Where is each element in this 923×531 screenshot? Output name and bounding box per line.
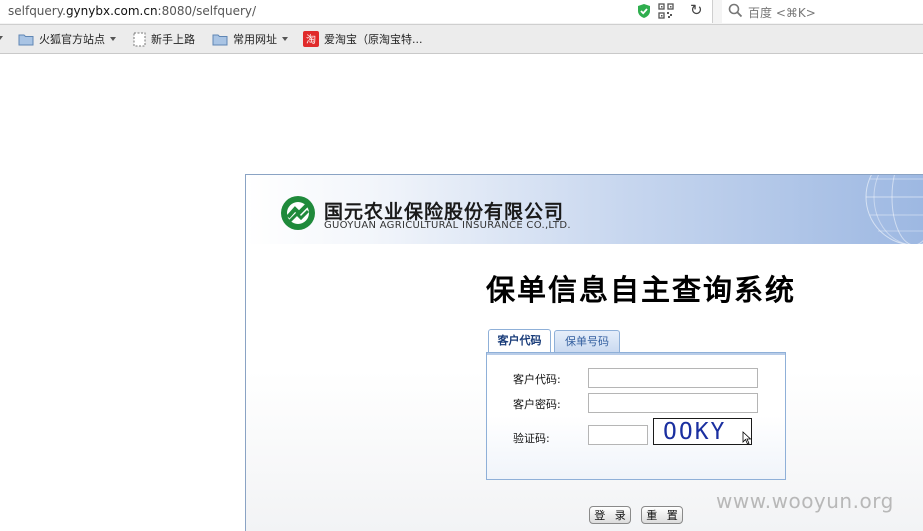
search-placeholder: 百度 <⌘K> <box>748 6 816 20</box>
reload-icon[interactable]: ↻ <box>690 2 706 18</box>
folder-icon <box>212 34 228 45</box>
address-text[interactable]: selfquery.gynybx.com.cn:8080/selfquery/ <box>8 4 256 18</box>
captcha-text: OOKY <box>663 419 727 445</box>
browser-toolbar: selfquery.gynybx.com.cn:8080/selfquery/ … <box>0 0 923 25</box>
bookmark-aitaobao[interactable]: 淘 爱淘宝（原淘宝特... <box>303 31 423 47</box>
bookmark-common-sites[interactable]: 常用网址 <box>212 31 288 47</box>
qr-code-icon[interactable] <box>658 3 674 19</box>
shield-icon[interactable] <box>636 3 652 19</box>
captcha-label: 验证码: <box>513 432 550 445</box>
svg-text:淘: 淘 <box>306 33 316 46</box>
company-banner: 国元农业保险股份有限公司 GUOYUAN AGRICULTURAL INSURA… <box>246 175 923 244</box>
cursor-icon <box>742 431 751 444</box>
page-icon <box>133 32 146 46</box>
chevron-down-icon <box>110 37 116 41</box>
search-icon <box>728 3 743 18</box>
bookmark-getting-started[interactable]: 新手上路 <box>133 31 195 47</box>
tab-customer-code[interactable]: 客户代码 <box>488 329 551 353</box>
bookmark-firefox-sites[interactable]: 火狐官方站点 <box>18 31 116 47</box>
overflow-arrow-icon[interactable] <box>0 36 3 40</box>
customer-password-label: 客户密码: <box>513 398 561 411</box>
watermark: www.wooyun.org <box>716 489 894 513</box>
bookmarks-toolbar: 火狐官方站点 新手上路 常用网址 淘 爱淘宝（原淘宝特... <box>0 25 923 54</box>
taobao-icon: 淘 <box>303 31 319 47</box>
customer-code-label: 客户代码: <box>513 373 561 386</box>
tab-policy-number[interactable]: 保单号码 <box>554 330 620 353</box>
reset-button[interactable]: 重 置 <box>641 506 683 524</box>
login-form: 客户代码: 客户密码: 验证码: OOKY <box>486 352 786 480</box>
customer-password-input[interactable] <box>588 393 758 413</box>
folder-icon <box>18 34 34 45</box>
customer-code-input[interactable] <box>588 368 758 388</box>
captcha-image[interactable]: OOKY <box>653 418 752 445</box>
address-bar[interactable]: selfquery.gynybx.com.cn:8080/selfquery/ … <box>0 0 713 23</box>
login-button[interactable]: 登 录 <box>589 506 631 524</box>
globe-graphic <box>865 175 923 244</box>
company-name-en: GUOYUAN AGRICULTURAL INSURANCE CO.,LTD. <box>324 220 571 231</box>
chevron-down-icon <box>282 37 288 41</box>
page-title: 保单信息自主查询系统 <box>486 273 797 307</box>
company-logo-icon <box>281 196 315 230</box>
search-box[interactable]: 百度 <⌘K> <box>722 0 923 23</box>
captcha-input[interactable] <box>588 425 648 445</box>
login-panel: 国元农业保险股份有限公司 GUOYUAN AGRICULTURAL INSURA… <box>245 174 923 531</box>
